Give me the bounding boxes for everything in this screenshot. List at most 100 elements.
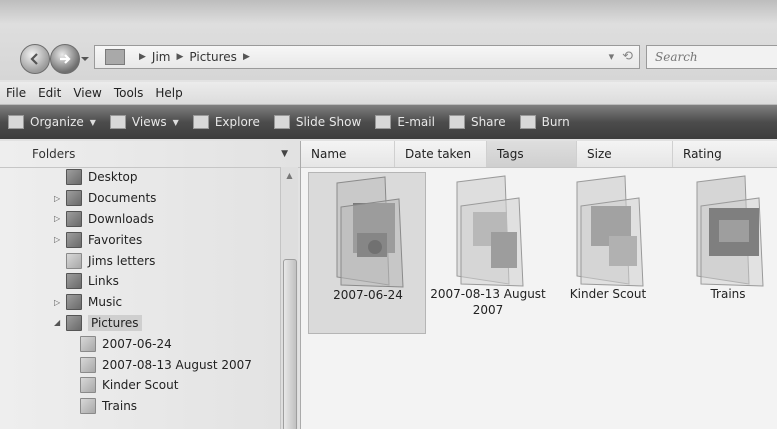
photo-folder-icon xyxy=(696,175,764,287)
breadcrumb-pictures[interactable]: Pictures xyxy=(189,50,237,64)
scroll-up-icon[interactable]: ▲ xyxy=(281,167,298,183)
tree-item-kinder-scout[interactable]: Kinder Scout xyxy=(0,375,280,396)
tree-item-label: Downloads xyxy=(88,211,154,226)
folder-tile[interactable]: 2007-06-24 xyxy=(308,172,426,334)
folders-scrollbar[interactable]: ▲ xyxy=(280,167,298,429)
title-bar: ▶ Jim ▶ Pictures ▶ ▾ ⟲ xyxy=(0,0,777,80)
share-label: Share xyxy=(470,115,506,129)
views-icon xyxy=(109,115,126,129)
collapse-arrow-icon[interactable]: ◢ xyxy=(54,318,60,327)
expand-arrow-icon[interactable]: ▷ xyxy=(54,298,60,307)
folder-tree: Desktop ▷ Documents ▷ Downloads ▷ Favori… xyxy=(0,167,280,417)
views-label: Views xyxy=(131,115,167,129)
back-button[interactable] xyxy=(20,44,50,74)
email-button[interactable]: E-mail xyxy=(375,115,435,129)
tree-item-pictures[interactable]: ◢ Pictures xyxy=(0,313,280,334)
tree-item-jims-letters[interactable]: Jims letters xyxy=(0,250,280,271)
tree-item-documents[interactable]: ▷ Documents xyxy=(0,188,280,209)
folder-tile[interactable]: Kinder Scout xyxy=(549,172,665,332)
chevron-down-icon[interactable]: ▼ xyxy=(281,149,288,159)
burn-button[interactable]: Burn xyxy=(519,115,570,129)
burn-label: Burn xyxy=(541,115,570,129)
tree-item-2007-08-13[interactable]: 2007-08-13 August 2007 xyxy=(0,354,280,375)
breadcrumb: ▶ Jim ▶ Pictures ▶ xyxy=(133,50,256,64)
tree-item-label: Trains xyxy=(102,399,138,414)
breadcrumb-separator-icon: ▶ xyxy=(139,52,146,62)
search-input[interactable] xyxy=(653,49,777,65)
folder-tile-label: 2007-06-24 xyxy=(333,288,403,302)
favorites-folder-icon xyxy=(66,231,82,248)
column-tags[interactable]: Tags xyxy=(487,141,577,167)
tree-item-label: Pictures xyxy=(88,314,142,331)
photo-folder-icon xyxy=(456,175,524,287)
folder-tile[interactable]: Trains xyxy=(669,172,777,332)
tree-item-links[interactable]: Links xyxy=(0,271,280,292)
email-label: E-mail xyxy=(397,115,435,129)
share-icon xyxy=(448,115,465,129)
menu-file[interactable]: File xyxy=(6,86,26,100)
folder-icon xyxy=(80,377,96,394)
breadcrumb-separator-icon: ▶ xyxy=(242,52,250,62)
email-icon xyxy=(375,115,392,129)
command-bar: Organize ▼ Views ▼ Explore Slide Show E-… xyxy=(0,105,777,139)
chevron-down-icon: ▼ xyxy=(172,117,179,127)
tree-item-favorites[interactable]: ▷ Favorites xyxy=(0,229,280,250)
expand-arrow-icon[interactable]: ▷ xyxy=(54,214,60,223)
folder-icon xyxy=(80,335,96,352)
column-date-taken[interactable]: Date taken xyxy=(395,141,487,167)
slideshow-button[interactable]: Slide Show xyxy=(273,115,362,129)
explore-icon xyxy=(192,115,209,129)
tree-item-2007-06-24[interactable]: 2007-06-24 xyxy=(0,333,280,354)
folder-icon xyxy=(66,252,82,269)
pictures-folder-icon xyxy=(66,314,82,331)
views-button[interactable]: Views ▼ xyxy=(109,115,179,129)
slideshow-label: Slide Show xyxy=(295,115,362,129)
column-size[interactable]: Size xyxy=(577,141,673,167)
column-name[interactable]: Name xyxy=(301,141,395,167)
tree-item-label: 2007-08-13 August 2007 xyxy=(102,357,252,372)
organize-label: Organize xyxy=(30,115,84,129)
recent-pages-chevron-icon[interactable] xyxy=(80,54,90,64)
tree-item-label: Links xyxy=(88,274,119,289)
explore-label: Explore xyxy=(214,115,260,129)
tree-item-music[interactable]: ▷ Music xyxy=(0,292,280,313)
links-folder-icon xyxy=(66,273,82,290)
tree-item-downloads[interactable]: ▷ Downloads xyxy=(0,209,280,230)
tree-item-label: Jims letters xyxy=(88,253,156,268)
scrollbar-thumb[interactable] xyxy=(283,259,297,429)
menu-help[interactable]: Help xyxy=(155,86,182,100)
tree-item-trains[interactable]: Trains xyxy=(0,396,280,417)
expand-arrow-icon[interactable]: ▷ xyxy=(54,235,60,244)
forward-button[interactable] xyxy=(50,44,80,74)
refresh-icon[interactable]: ⟲ xyxy=(622,49,633,64)
forward-arrow-icon xyxy=(60,54,71,64)
folders-header[interactable]: Folders ▼ xyxy=(0,141,300,168)
folder-tile[interactable]: 2007-08-13 August 2007 xyxy=(429,172,546,332)
folder-tile-label: Kinder Scout xyxy=(569,287,647,301)
folder-icon xyxy=(80,356,96,373)
menu-bar: File Edit View Tools Help xyxy=(0,82,777,105)
column-rating[interactable]: Rating xyxy=(673,141,777,167)
menu-view[interactable]: View xyxy=(73,86,101,100)
tree-item-desktop[interactable]: Desktop xyxy=(0,167,280,188)
share-button[interactable]: Share xyxy=(448,115,506,129)
organize-button[interactable]: Organize ▼ xyxy=(8,115,96,129)
file-list-pane: Name Date taken Tags Size Rating 2007-06… xyxy=(301,141,777,429)
address-bar[interactable]: ▶ Jim ▶ Pictures ▶ ▾ ⟲ xyxy=(94,45,640,69)
folder-icon xyxy=(80,398,96,415)
back-arrow-icon xyxy=(30,53,38,65)
address-dropdown-icon[interactable]: ▾ xyxy=(609,50,615,63)
tree-item-label: 2007-06-24 xyxy=(102,336,172,351)
folder-tile-label: Trains xyxy=(710,287,746,301)
menu-tools[interactable]: Tools xyxy=(114,86,144,100)
breadcrumb-separator-icon: ▶ xyxy=(176,52,184,62)
expand-arrow-icon[interactable]: ▷ xyxy=(54,194,60,203)
slideshow-icon xyxy=(273,115,290,129)
menu-edit[interactable]: Edit xyxy=(38,86,61,100)
burn-disc-icon xyxy=(519,115,536,129)
desktop-icon xyxy=(66,169,82,186)
search-box[interactable] xyxy=(646,45,777,69)
breadcrumb-jim[interactable]: Jim xyxy=(152,50,171,64)
explore-button[interactable]: Explore xyxy=(192,115,260,129)
folders-header-label: Folders xyxy=(32,147,76,161)
